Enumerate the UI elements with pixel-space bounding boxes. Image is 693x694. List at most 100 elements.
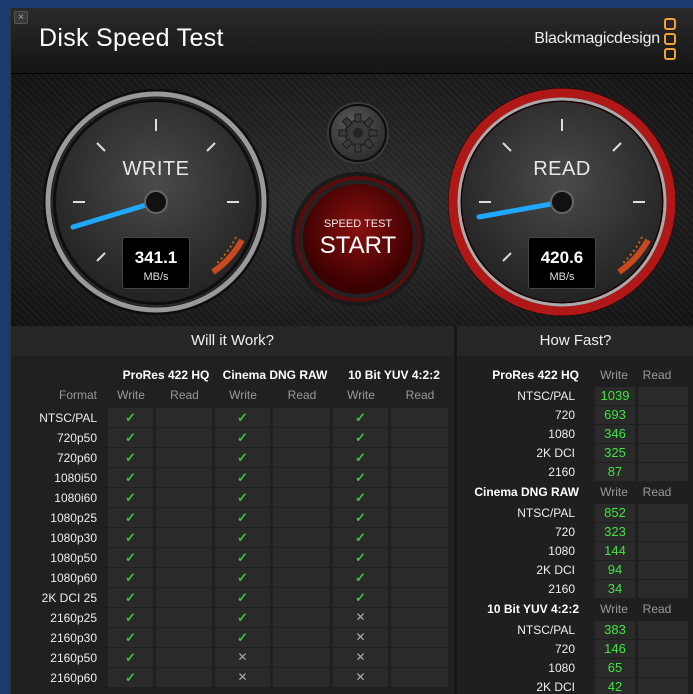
write-header: Write: [600, 602, 628, 616]
cross-icon: ✕: [355, 630, 366, 644]
check-icon: ✓: [237, 410, 248, 425]
column-subheader: Read: [170, 388, 199, 402]
speed-value: 852: [604, 505, 626, 520]
check-icon: ✓: [237, 450, 248, 465]
read-header: Read: [642, 602, 672, 616]
check-icon: ✓: [355, 590, 366, 605]
read-header: Read: [642, 485, 672, 499]
format-label: 1080i60: [54, 491, 97, 505]
check-icon: ✓: [355, 510, 366, 525]
start-button[interactable]: SPEED TEST START: [299, 180, 417, 298]
cross-icon: ✕: [237, 670, 248, 684]
check-icon: ✓: [125, 430, 136, 445]
speed-value: 94: [607, 562, 623, 577]
read-cell: [638, 463, 688, 481]
check-icon: ✓: [237, 530, 248, 545]
format-label: NTSC/PAL: [517, 389, 575, 403]
result-cell: [156, 628, 212, 647]
format-label: NTSC/PAL: [517, 506, 575, 520]
result-cell: [273, 468, 330, 487]
result-cell: [273, 648, 330, 667]
check-icon: ✓: [355, 570, 366, 585]
format-label: 720: [554, 642, 575, 656]
format-label: NTSC/PAL: [517, 623, 575, 637]
format-label: 1080: [548, 427, 575, 441]
format-label: 720p50: [56, 431, 97, 445]
start-button-caption: SPEED TEST: [323, 218, 393, 230]
result-cell: [156, 408, 212, 427]
cross-icon: ✕: [355, 650, 366, 664]
result-cell: [156, 548, 212, 567]
read-cell: [638, 406, 688, 424]
result-cell: [391, 448, 448, 467]
check-icon: ✓: [237, 570, 248, 585]
check-icon: ✓: [355, 550, 366, 565]
result-cell: [273, 428, 330, 447]
column-subheader: Write: [117, 388, 145, 402]
column-subheader: Read: [405, 388, 435, 402]
result-cell: [273, 508, 330, 527]
result-cell: [273, 408, 330, 427]
format-header: Format: [58, 388, 97, 402]
settings-button[interactable]: [329, 104, 387, 162]
read-cell: [638, 444, 688, 462]
column-subheader: Write: [229, 388, 257, 402]
speed-value: 146: [604, 641, 626, 656]
format-label: 2160p60: [50, 671, 97, 685]
check-icon: ✓: [125, 530, 136, 545]
format-label: 720: [554, 408, 575, 422]
read-readout: 420.6 MB/s: [528, 237, 596, 289]
format-label: 2K DCI: [536, 680, 575, 694]
check-icon: ✓: [125, 670, 136, 685]
check-icon: ✓: [125, 550, 136, 565]
group-header: Cinema DNG RAW: [222, 368, 328, 382]
check-icon: ✓: [125, 630, 136, 645]
check-icon: ✓: [355, 470, 366, 485]
result-cell: [156, 648, 212, 667]
close-button[interactable]: ×: [14, 11, 28, 24]
result-cell: [273, 448, 330, 467]
how-fast-table: ProRes 422 HQ Write Read NTSC/PAL 1039 720 693…: [457, 356, 693, 694]
result-cell: [156, 448, 212, 467]
write-readout: 341.1 MB/s: [122, 237, 190, 289]
result-cell: [273, 548, 330, 567]
results-panel: Will it Work? How Fast? ProRes 422 HQ Cin…: [11, 326, 693, 694]
result-cell: [391, 468, 448, 487]
result-cell: [156, 588, 212, 607]
cross-icon: ✕: [355, 610, 366, 624]
format-label: 720: [554, 525, 575, 539]
write-speed-value: 341.1: [134, 248, 178, 267]
format-label: 2160: [548, 465, 575, 479]
check-icon: ✓: [237, 430, 248, 445]
read-cell: [638, 542, 688, 560]
check-icon: ✓: [125, 610, 136, 625]
read-header: Read: [642, 368, 672, 382]
group-header: 10 Bit YUV 4:2:2: [487, 602, 579, 616]
brand-name: Blackmagicdesign: [534, 30, 660, 47]
format-label: 1080p50: [50, 551, 97, 565]
result-cell: [273, 608, 330, 627]
result-cell: [391, 428, 448, 447]
group-header: ProRes 422 HQ: [492, 368, 579, 382]
result-cell: [391, 608, 448, 627]
check-icon: ✓: [237, 490, 248, 505]
check-icon: ✓: [355, 450, 366, 465]
group-header: Cinema DNG RAW: [474, 485, 579, 499]
check-icon: ✓: [237, 610, 248, 625]
check-icon: ✓: [237, 550, 248, 565]
result-cell: [273, 588, 330, 607]
check-icon: ✓: [125, 650, 136, 665]
group-header: ProRes 422 HQ: [122, 368, 210, 382]
format-label: 1080p25: [50, 511, 97, 525]
speed-value: 323: [604, 524, 626, 539]
write-speed-unit: MB/s: [143, 271, 169, 283]
check-icon: ✓: [125, 410, 136, 425]
result-cell: [273, 568, 330, 587]
read-cell: [638, 640, 688, 658]
speed-value: 346: [604, 426, 626, 441]
result-cell: [273, 488, 330, 507]
format-label: 1080p60: [50, 571, 97, 585]
result-cell: [391, 628, 448, 647]
format-label: 1080: [548, 661, 575, 675]
result-cell: [391, 408, 448, 427]
